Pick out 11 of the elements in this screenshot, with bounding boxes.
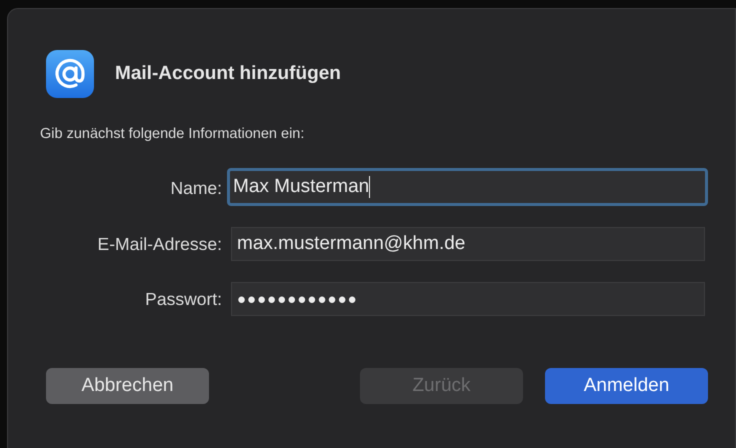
instruction-text: Gib zunächst folgende Informationen ein: <box>40 126 306 142</box>
at-sign-icon <box>46 50 94 98</box>
input-field[interactable]: max.mustermann@khm.de <box>231 227 705 261</box>
password-field[interactable]: ●●●●●●●●●●●● <box>231 282 705 316</box>
dialog-title: Mail-Account hinzufügen <box>115 63 341 85</box>
field-label: E-Mail-Adresse: <box>98 234 222 254</box>
dialog-button[interactable]: Abbrechen <box>46 368 209 404</box>
input-field[interactable]: Max Musterman <box>227 168 708 206</box>
field-label: Name: <box>170 178 222 198</box>
field-label: Passwort: <box>145 288 222 310</box>
default-button[interactable]: Anmelden <box>545 368 708 404</box>
